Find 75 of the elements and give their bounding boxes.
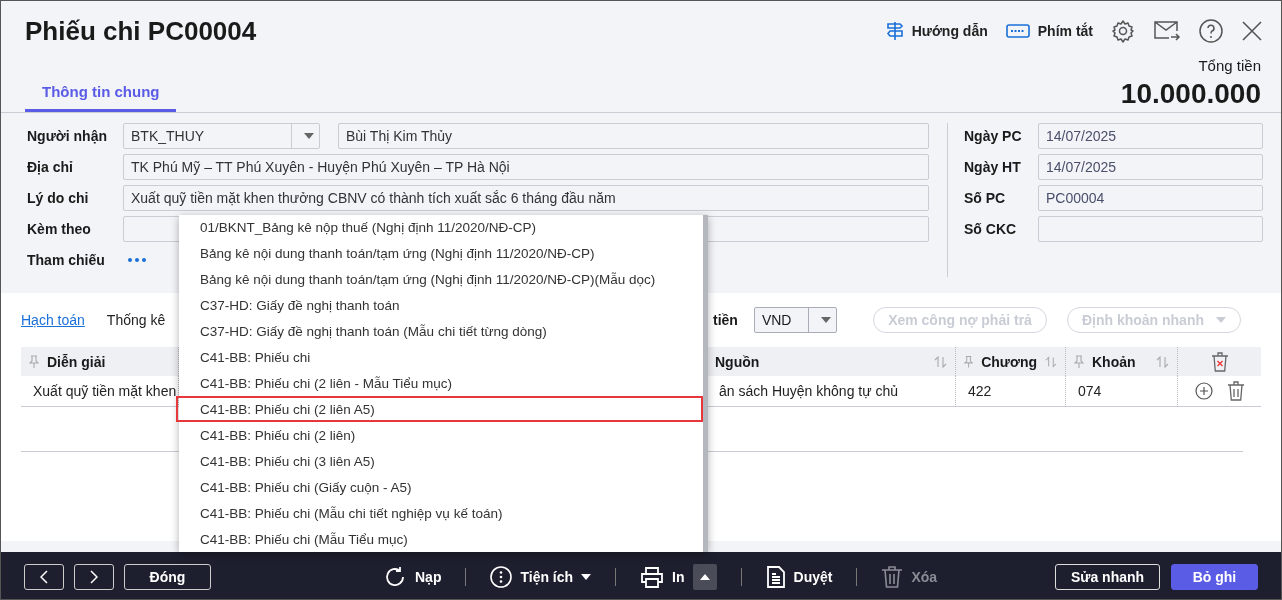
- field-label: Lý do chi: [27, 190, 90, 206]
- menu-item[interactable]: Bảng kê nội dung thanh toán/tạm ứng (Nghị định 11/2020/NĐ-CP)(Mẫu dọc): [176, 266, 703, 293]
- trash-icon[interactable]: [1226, 381, 1245, 401]
- text-field[interactable]: 14/07/2025: [1038, 154, 1263, 180]
- field-label: Tham chiếu: [27, 252, 106, 268]
- text-field[interactable]: Xuất quỹ tiền mặt khen thưởng CBNV có thành tích xuất sắc 6 tháng đầu năm: [123, 185, 929, 211]
- text-field[interactable]: Bùi Thị Kim Thủy: [338, 123, 929, 149]
- recipient-combo[interactable]: BTK_THUY: [123, 123, 320, 149]
- approve-button[interactable]: Duyệt: [765, 564, 833, 589]
- close-button[interactable]: Đóng: [124, 563, 211, 590]
- menu-item[interactable]: C41-BB: Phiếu chi (2 liên): [176, 422, 703, 449]
- field-label: Ngày PC: [964, 128, 1023, 144]
- document-icon: [765, 564, 786, 589]
- field-label: Địa chỉ: [27, 159, 74, 175]
- shortcuts-button[interactable]: Phím tắt: [1005, 23, 1093, 39]
- menu-item[interactable]: C41-BB: Phiếu chi (2 liên A5): [176, 396, 703, 423]
- help-button[interactable]: [1199, 19, 1223, 43]
- tab[interactable]: Thông tin chung: [25, 83, 177, 112]
- text-field[interactable]: 14/07/2025: [1038, 123, 1263, 149]
- settings-button[interactable]: [1111, 19, 1135, 43]
- currency-label: tiền: [713, 312, 738, 328]
- text-field[interactable]: TK Phú Mỹ – TT Phú Xuyên - Huyện Phú Xuyên – TP Hà Nội: [123, 154, 929, 180]
- signpost-icon: [885, 21, 904, 41]
- print-options-button[interactable]: [692, 563, 717, 590]
- menu-item[interactable]: C41-BB: Phiếu chi (3 liên A5): [176, 448, 703, 475]
- column-header[interactable]: Diễn giải: [21, 347, 179, 376]
- menu-item[interactable]: C41-BB: Phiếu chi (Mẫu chi tiết nghiệp vụ kế toán): [176, 500, 703, 527]
- caret-icon: [304, 133, 314, 139]
- total-amount: 10.000.000: [1120, 78, 1261, 110]
- caret-icon: [581, 573, 592, 580]
- menu-item[interactable]: 01/BKNT_Bảng kê nộp thuế (Nghị định 11/2020/NĐ-CP): [176, 215, 703, 241]
- printer-icon: [640, 565, 665, 588]
- text-field[interactable]: [1038, 216, 1263, 242]
- menu-item[interactable]: C41-BB: Phiếu chi (2 liên - Mẫu Tiểu mục): [176, 370, 703, 397]
- menu-item[interactable]: Bảng kê nội dung thanh toán/tạm ứng (Nghị định 11/2020/NĐ-CP): [176, 240, 703, 267]
- add-row-icon[interactable]: [1194, 382, 1213, 400]
- caret-icon: [821, 317, 832, 323]
- mail-forward-button[interactable]: [1153, 19, 1181, 43]
- refresh-icon: [383, 564, 407, 589]
- field-label: Số CKC: [964, 221, 1018, 237]
- caret-icon: [1216, 317, 1226, 323]
- previous-button[interactable]: [24, 563, 64, 590]
- primary-button[interactable]: Bỏ ghi: [1171, 563, 1258, 590]
- outline-button[interactable]: Sửa nhanh: [1055, 563, 1160, 590]
- utilities-button[interactable]: Tiện ích: [490, 565, 592, 588]
- tab[interactable]: Thống kê: [106, 312, 166, 328]
- menu-item[interactable]: C41-BB: Phiếu chi: [176, 344, 703, 371]
- field-label: Ngày HT: [964, 159, 1022, 175]
- field-label: Người nhận: [27, 128, 108, 144]
- guide-button[interactable]: Hướng dẫn: [885, 21, 988, 41]
- next-button[interactable]: [74, 563, 114, 590]
- tab[interactable]: Hạch toán: [21, 312, 85, 328]
- field-label: Số PC: [964, 190, 1007, 206]
- menu-item[interactable]: C37-HD: Giấy đề nghị thanh toán (Mẫu chi tiết từng dòng): [176, 318, 703, 345]
- print-button[interactable]: In: [640, 565, 685, 588]
- total-label: Tổng tiền: [1198, 57, 1261, 74]
- delete-all-icon[interactable]: [1210, 351, 1229, 372]
- menu-item[interactable]: C41-BB: Phiếu chi (Giấy cuộn - A5): [176, 474, 703, 501]
- more-icon: [490, 565, 513, 588]
- trash-icon: [881, 564, 904, 589]
- caret-up-icon: [699, 573, 710, 580]
- menu-item[interactable]: C37-HD: Giấy đề nghị thanh toán: [176, 292, 703, 319]
- currency-select[interactable]: VND: [753, 307, 838, 333]
- close-button[interactable]: [1241, 20, 1263, 42]
- page-title: Phiếu chi PC00004: [25, 16, 257, 47]
- chevron-left-icon: [40, 569, 48, 584]
- field-label: Kèm theo: [27, 221, 92, 237]
- menu-item[interactable]: C41-BB: Phiếu chi (Mẫu Tiểu mục): [176, 526, 703, 552]
- table-cell: 422: [956, 376, 1066, 407]
- column-header[interactable]: Nguồn: [707, 347, 956, 376]
- reload-button[interactable]: Nạp: [383, 564, 442, 589]
- text-field[interactable]: PC00004: [1038, 185, 1263, 211]
- keyboard-icon: [1005, 24, 1030, 38]
- table-cell: 074: [1066, 376, 1178, 407]
- chevron-right-icon: [90, 569, 98, 584]
